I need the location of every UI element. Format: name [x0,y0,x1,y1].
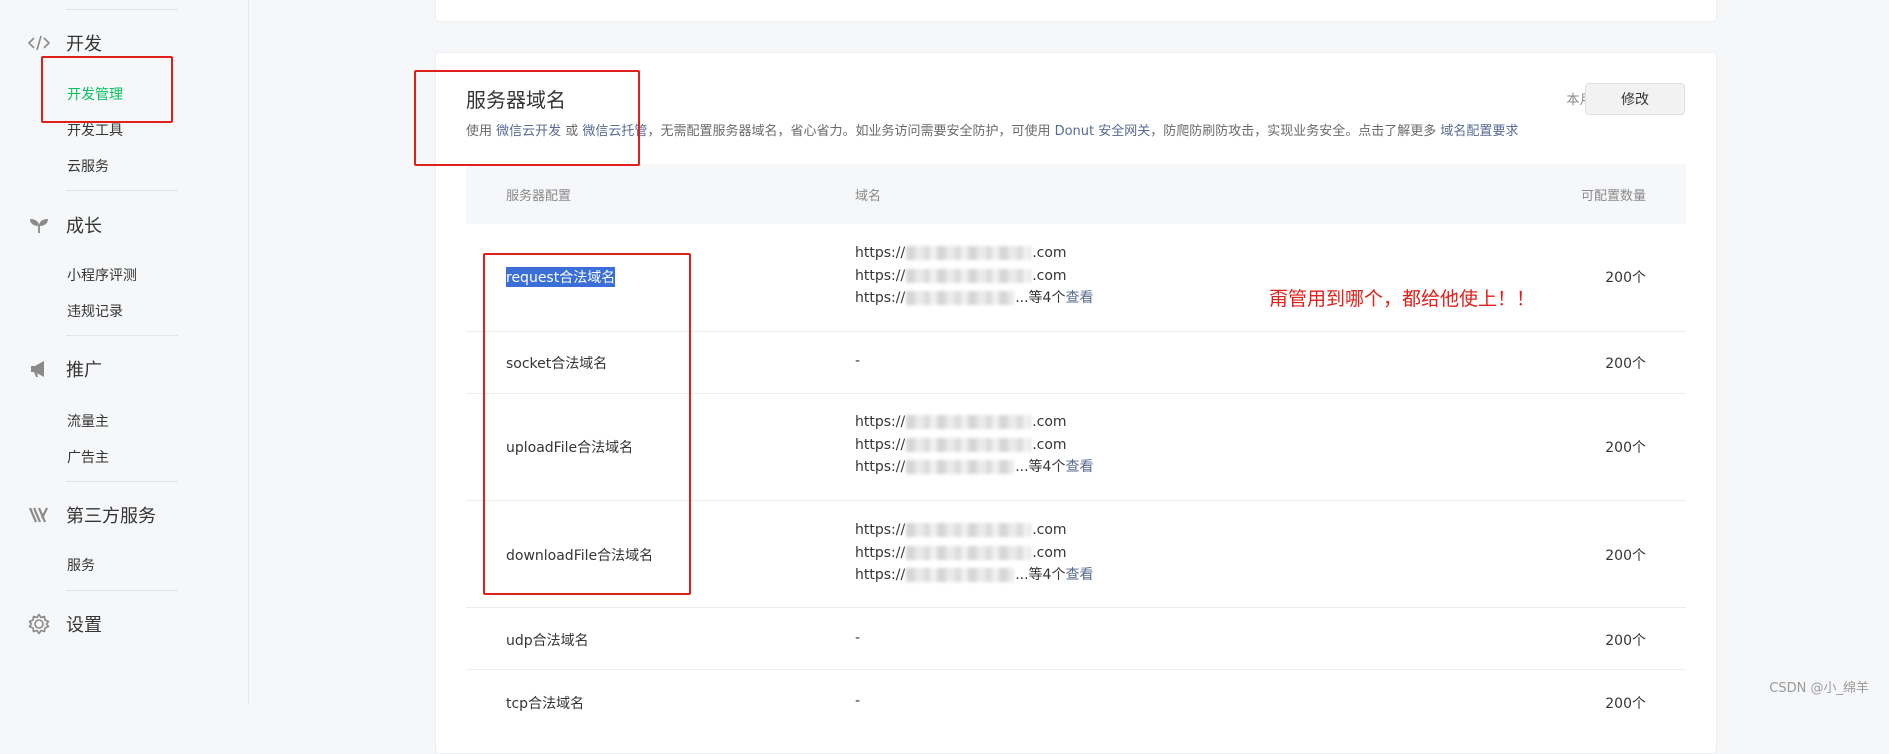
domain-suffix: .com [1032,414,1067,430]
domain-line: https:// ...等4个查看 [855,456,1093,479]
domain-line: https:// .com [855,519,1093,542]
domain-prefix: https:// [855,459,906,475]
sidebar-divider [66,590,178,591]
annotation-box-dev-management [41,56,173,123]
domain-line: https:// ...等4个查看 [855,564,1093,587]
redacted-domain [906,415,1032,429]
sprout-icon [28,214,50,236]
redacted-domain [906,437,1032,452]
edit-button[interactable]: 修改 [1585,83,1685,115]
row-count: 200个 [1605,440,1646,456]
sidebar-group-title: 成长 [66,216,102,237]
domain-prefix: https:// [855,544,906,561]
sidebar-item-cloud-service[interactable]: 云服务 [67,156,109,176]
domain-prefix: https:// [855,567,906,583]
row-empty-domain: - [855,630,861,646]
annotation-box-section-title [414,70,640,166]
domain-suffix: ...等4个 [1015,567,1066,583]
domain-prefix: https:// [855,267,906,284]
domain-suffix: ...等4个 [1015,290,1066,306]
previous-card [435,0,1717,22]
row-domains: https:// .com https:// .com https:// ...等4个… [855,242,1093,310]
domain-line: https:// .com [855,242,1093,265]
sidebar-group-title: 设置 [66,615,102,636]
redacted-domain [906,291,1015,305]
row-empty-domain: - [855,693,861,709]
table-header: 服务器配置 域名 可配置数量 [466,164,1686,224]
domain-suffix: ...等4个 [1015,459,1066,475]
domain-suffix: .com [1032,436,1067,453]
row-count: 200个 [1605,696,1646,712]
domain-suffix: .com [1032,544,1067,561]
domain-line: https:// .com [855,411,1093,434]
redacted-domain [906,246,1032,260]
sidebar-group-third-party[interactable]: 第三方服务 [28,503,156,527]
row-count: 200个 [1605,548,1646,564]
sidebar-divider [66,9,178,10]
domain-requirements-link[interactable]: 域名配置要求 [1440,124,1518,139]
domain-suffix: .com [1032,267,1067,284]
sidebar-item-dev-tools[interactable]: 开发工具 [67,120,123,140]
table-row: udp合法域名 - 200个 [466,607,1686,670]
megaphone-icon [28,358,50,380]
domain-line: https:// .com [855,542,1093,565]
sidebar-item-services[interactable]: 服务 [67,555,95,575]
sidebar-group-title: 开发 [66,34,102,55]
domain-line: https:// .com [855,434,1093,457]
gear-icon [28,613,50,635]
redacted-domain [906,523,1032,537]
column-header-config: 服务器配置 [506,189,572,204]
code-icon [28,32,50,54]
sidebar-item-violations[interactable]: 违规记录 [67,301,123,321]
domain-suffix: .com [1032,245,1067,261]
sidebar-group-dev[interactable]: 开发 [28,31,102,55]
sidebar-group-growth[interactable]: 成长 [28,213,102,237]
row-domains: https:// .com https:// .com https:// ...等4个… [855,411,1093,479]
redacted-domain [906,568,1015,582]
domain-prefix: https:// [855,414,906,430]
row-name: tcp合法域名 [506,696,585,712]
row-count: 200个 [1605,633,1646,649]
row-name: udp合法域名 [506,633,589,649]
table-row: tcp合法域名 - 200个 [466,669,1686,712]
domain-line: https:// ...等4个查看 [855,287,1093,310]
annotation-note: 甭管用到哪个，都给他使上！！ [1269,288,1536,310]
column-header-count: 可配置数量 [1580,189,1646,204]
view-more-link[interactable]: 查看 [1065,290,1093,306]
sidebar-group-settings[interactable]: 设置 [28,612,102,636]
third-party-icon [28,504,50,526]
sidebar-group-title: 第三方服务 [66,506,156,527]
desc-text: ，防爬防刷防攻击，实现业务安全。点击了解更多 [1150,124,1441,139]
view-more-link[interactable]: 查看 [1065,567,1093,583]
redacted-domain [906,268,1032,283]
sidebar-item-advertiser[interactable]: 广告主 [67,447,109,467]
redacted-domain [906,460,1015,474]
sidebar-divider [66,335,178,336]
sidebar-item-publisher[interactable]: 流量主 [67,411,109,431]
domain-prefix: https:// [855,522,906,538]
domain-prefix: https:// [855,290,906,306]
donut-gateway-link[interactable]: Donut 安全网关 [1055,124,1151,139]
sidebar-divider [66,190,178,191]
domain-suffix: .com [1032,522,1067,538]
column-header-domain: 域名 [855,189,882,204]
sidebar-divider [66,481,178,482]
domain-prefix: https:// [855,245,906,261]
row-domains: https:// .com https:// .com https:// ...等4个… [855,519,1093,587]
redacted-domain [906,545,1032,560]
sidebar-group-title: 推广 [66,360,102,381]
sidebar-group-promotion[interactable]: 推广 [28,357,102,381]
domain-line: https:// .com [855,265,1093,288]
domain-prefix: https:// [855,436,906,453]
row-empty-domain: - [855,353,861,369]
sidebar-item-evaluation[interactable]: 小程序评测 [67,265,137,285]
row-count: 200个 [1605,270,1646,286]
row-count: 200个 [1605,356,1646,372]
annotation-box-domain-names [483,253,691,595]
watermark: CSDN @小_绵羊 [1769,681,1869,696]
desc-text: ，无需配置服务器域名，省心省力。如业务访问需要安全防护，可使用 [647,124,1055,139]
view-more-link[interactable]: 查看 [1065,459,1093,475]
